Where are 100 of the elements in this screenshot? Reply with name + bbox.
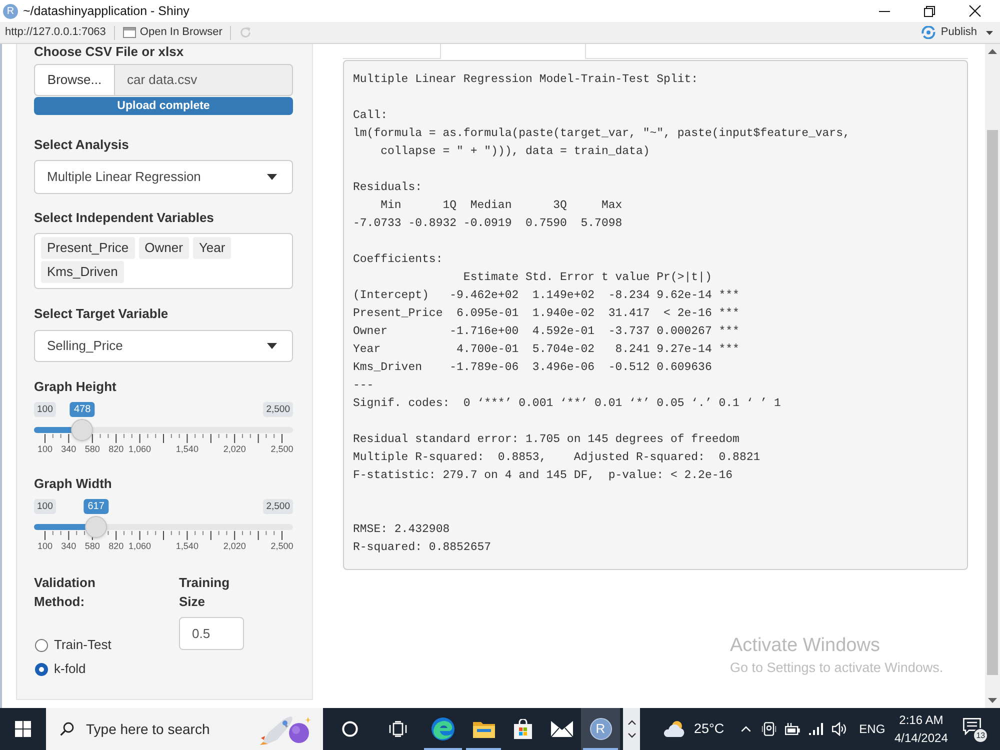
field-label: Training Size — [179, 574, 231, 611]
radio-button[interactable] — [35, 638, 48, 652]
console-line: Estimate Std. Error t value Pr(>|t|) — [462, 270, 712, 286]
scroll-down-icon[interactable] — [988, 698, 997, 703]
app-logo: R — [3, 4, 18, 18]
radio-button[interactable] — [35, 662, 48, 676]
slider-grid-label: 2,020 — [223, 443, 246, 455]
console-line: Multiple R-squared: 0.8853, Adjusted R-squared: 0.8821 — [353, 450, 760, 466]
weather-temperature: 25°C — [694, 720, 724, 738]
scrollbar-thumb[interactable] — [987, 130, 998, 675]
app-logo: R — [590, 718, 612, 740]
console-line: Year 4.700e-01 5.704e-02 8.241 9.27e-14 *** — [353, 342, 740, 358]
clock-time: 2:16 AM — [899, 712, 944, 729]
window-icon — [122, 27, 136, 38]
field-label: Select Analysis — [34, 137, 130, 153]
minimize-icon — [879, 10, 890, 12]
console-line: RMSE: 2.432908 — [353, 522, 450, 538]
console-line: (Intercept) -9.462e+02 1.149e+02 -8.234 9.62e-14 *** — [353, 288, 740, 304]
shopping-bag-icon — [512, 719, 532, 739]
activation-subtitle: Go to Settings to activate Windows. — [730, 660, 944, 676]
browse-button[interactable]: Browse... — [34, 64, 115, 96]
slider-value-label: 617 — [84, 499, 108, 514]
slider-grid-label: 1,060 — [128, 540, 152, 552]
circle-icon — [342, 721, 358, 737]
search-field[interactable]: Type here to search — [46, 708, 323, 750]
slider-grid-label: 1,540 — [176, 443, 198, 455]
signal-bars-icon[interactable] — [809, 723, 824, 735]
scroll-up-icon[interactable] — [988, 49, 997, 54]
battery-icon[interactable] — [785, 723, 800, 735]
slider-thumb[interactable] — [71, 419, 94, 441]
radio-label: k-fold — [54, 660, 86, 678]
close-icon — [968, 5, 980, 17]
slider-value-label: 478 — [70, 402, 95, 417]
slider-max-label: 2,500 — [263, 499, 293, 514]
console-line: R-squared: 0.8852657 — [353, 540, 492, 556]
field-label: Choose CSV File or xlsx — [34, 44, 185, 60]
slider-grid-label: 1,060 — [128, 443, 152, 455]
console-line: lm(formula = as.formula(paste(target_var, "~", paste(input$feature_vars, — [353, 126, 850, 142]
search-placeholder: Type here to search — [86, 720, 210, 739]
training-size-input[interactable]: 0.5 — [179, 617, 244, 650]
language-indicator[interactable]: ENG — [859, 720, 886, 738]
console-line: Present_Price 6.095e-01 1.940e-02 31.417 < 2e-16 *** — [353, 306, 740, 322]
windows-logo-icon — [15, 721, 31, 737]
console-line: F-statistic: 279.7 on 4 and 145 DF, p-value: < 2.2e-16 — [353, 468, 733, 484]
slider-min-label: 100 — [34, 402, 56, 417]
speaker-icon[interactable] — [832, 722, 848, 736]
selected-item-chip[interactable]: Owner — [138, 237, 189, 259]
caret-down-icon — [267, 174, 277, 180]
console-line: Owner -1.716e+00 4.592e-01 -3.737 0.000267 *** — [353, 324, 740, 340]
console-line: Multiple Linear Regression Model-Train-Test Split: — [353, 72, 698, 88]
slider-grid-label: 1,540 — [176, 540, 198, 552]
radio-label: Train-Test — [54, 636, 112, 654]
slider-max-label: 2,500 — [263, 402, 293, 417]
console-line: --- — [353, 378, 374, 394]
slider-grid-label: 100 — [37, 540, 53, 552]
slider-grid-label: 2,020 — [223, 540, 246, 552]
cloud-sun-icon[interactable] — [662, 720, 686, 738]
slider-track[interactable] — [34, 524, 293, 530]
folder-icon — [472, 720, 494, 738]
selected-item-chip[interactable]: Kms_Driven — [41, 261, 124, 283]
multi-select-field[interactable]: Present_Price Owner Year Kms_Driven — [34, 233, 293, 289]
slider-grid-label: 820 — [108, 540, 124, 552]
console-line: Residuals: — [353, 180, 422, 196]
selected-item-chip[interactable]: Present_Price — [41, 237, 135, 259]
slider-track[interactable] — [34, 427, 293, 433]
url-text: http://127.0.0.1:7063 — [5, 25, 106, 40]
console-line: Signif. codes: 0 ‘***’ 0.001 ‘**’ 0.01 ‘*’ 0.05 ‘.’ 0.1 ‘ ’ 1 — [353, 396, 781, 412]
notification-badge: 13 — [973, 728, 988, 743]
envelope-icon — [550, 721, 572, 737]
notification-button[interactable]: 13 — [963, 718, 986, 740]
publish-button[interactable]: Publish — [920, 24, 977, 41]
camera-icon[interactable] — [762, 722, 776, 736]
slider-thumb[interactable] — [85, 516, 108, 538]
select-field[interactable]: Selling_Price — [34, 330, 293, 362]
file-name-field: car data.csv — [115, 64, 293, 96]
slider-grid-label: 2,500 — [270, 443, 294, 455]
field-label: Graph Height — [34, 379, 118, 395]
taskbar-scroll-strip[interactable] — [623, 708, 640, 750]
restore-icon — [924, 6, 935, 16]
field-label: Validation Method: — [34, 574, 96, 611]
console-line: Min 1Q Median 3Q Max — [380, 198, 622, 214]
publish-icon — [920, 26, 936, 39]
slider-min-label: 100 — [34, 499, 56, 514]
scrollbar[interactable] — [985, 44, 1000, 708]
slider-grid-label: 340 — [61, 443, 76, 455]
console-line: Residual standard error: 1.705 on 145 degrees of freedom — [353, 432, 740, 448]
console-line: Kms_Driven -1.789e-06 3.496e-06 -0.512 0.609636 — [353, 360, 712, 376]
select-field[interactable]: Multiple Linear Regression — [34, 160, 293, 194]
chevron-up-icon[interactable] — [628, 720, 636, 725]
slider-grid-label: 100 — [37, 443, 53, 455]
open-in-browser-button[interactable]: Open In Browser — [122, 24, 222, 41]
clock-date: 4/14/2024 — [894, 730, 948, 747]
slider-grid-label: 820 — [108, 443, 124, 455]
console-line: Call: — [353, 108, 388, 124]
selected-item-chip[interactable]: Year — [192, 237, 232, 259]
caret-down-icon[interactable] — [986, 30, 993, 34]
console-line: Coefficients: — [353, 252, 443, 268]
activation-title: Activate Windows — [730, 636, 880, 656]
console-line: collapse = " + "))), data = train_data) — [380, 144, 650, 160]
chevron-down-icon[interactable] — [628, 733, 636, 738]
